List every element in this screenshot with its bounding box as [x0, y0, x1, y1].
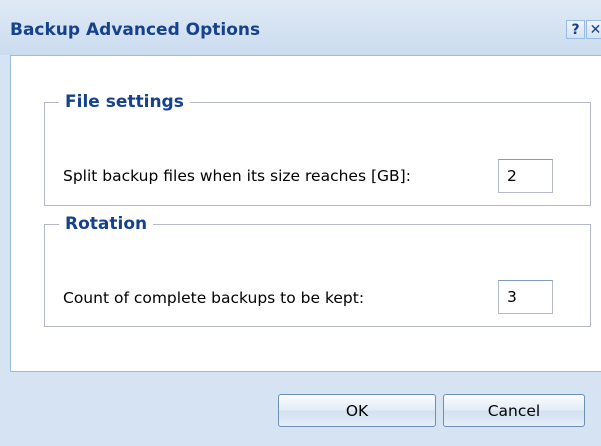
backup-advanced-options-dialog: Backup Advanced Options ? ✕ File setting…: [0, 0, 601, 446]
split-size-input[interactable]: [498, 159, 553, 193]
backup-count-input[interactable]: [498, 280, 553, 314]
dialog-titlebar[interactable]: Backup Advanced Options ? ✕: [0, 0, 601, 55]
file-settings-legend: File settings: [65, 92, 184, 112]
cancel-button[interactable]: Cancel: [443, 394, 585, 427]
dialog-title: Backup Advanced Options: [10, 20, 261, 40]
help-icon[interactable]: ?: [566, 20, 585, 39]
ok-button[interactable]: OK: [278, 394, 436, 427]
rotation-legend: Rotation: [65, 214, 148, 234]
file-settings-group: File settings Split backup files when it…: [44, 92, 591, 206]
dialog-body: File settings Split backup files when it…: [10, 55, 601, 372]
backup-count-label: Count of complete backups to be kept:: [63, 289, 365, 307]
rotation-group: Rotation Count of complete backups to be…: [44, 214, 591, 327]
close-icon[interactable]: ✕: [586, 20, 601, 39]
dialog-footer: OK Cancel: [0, 372, 601, 446]
split-size-label: Split backup files when its size reaches…: [63, 167, 411, 185]
